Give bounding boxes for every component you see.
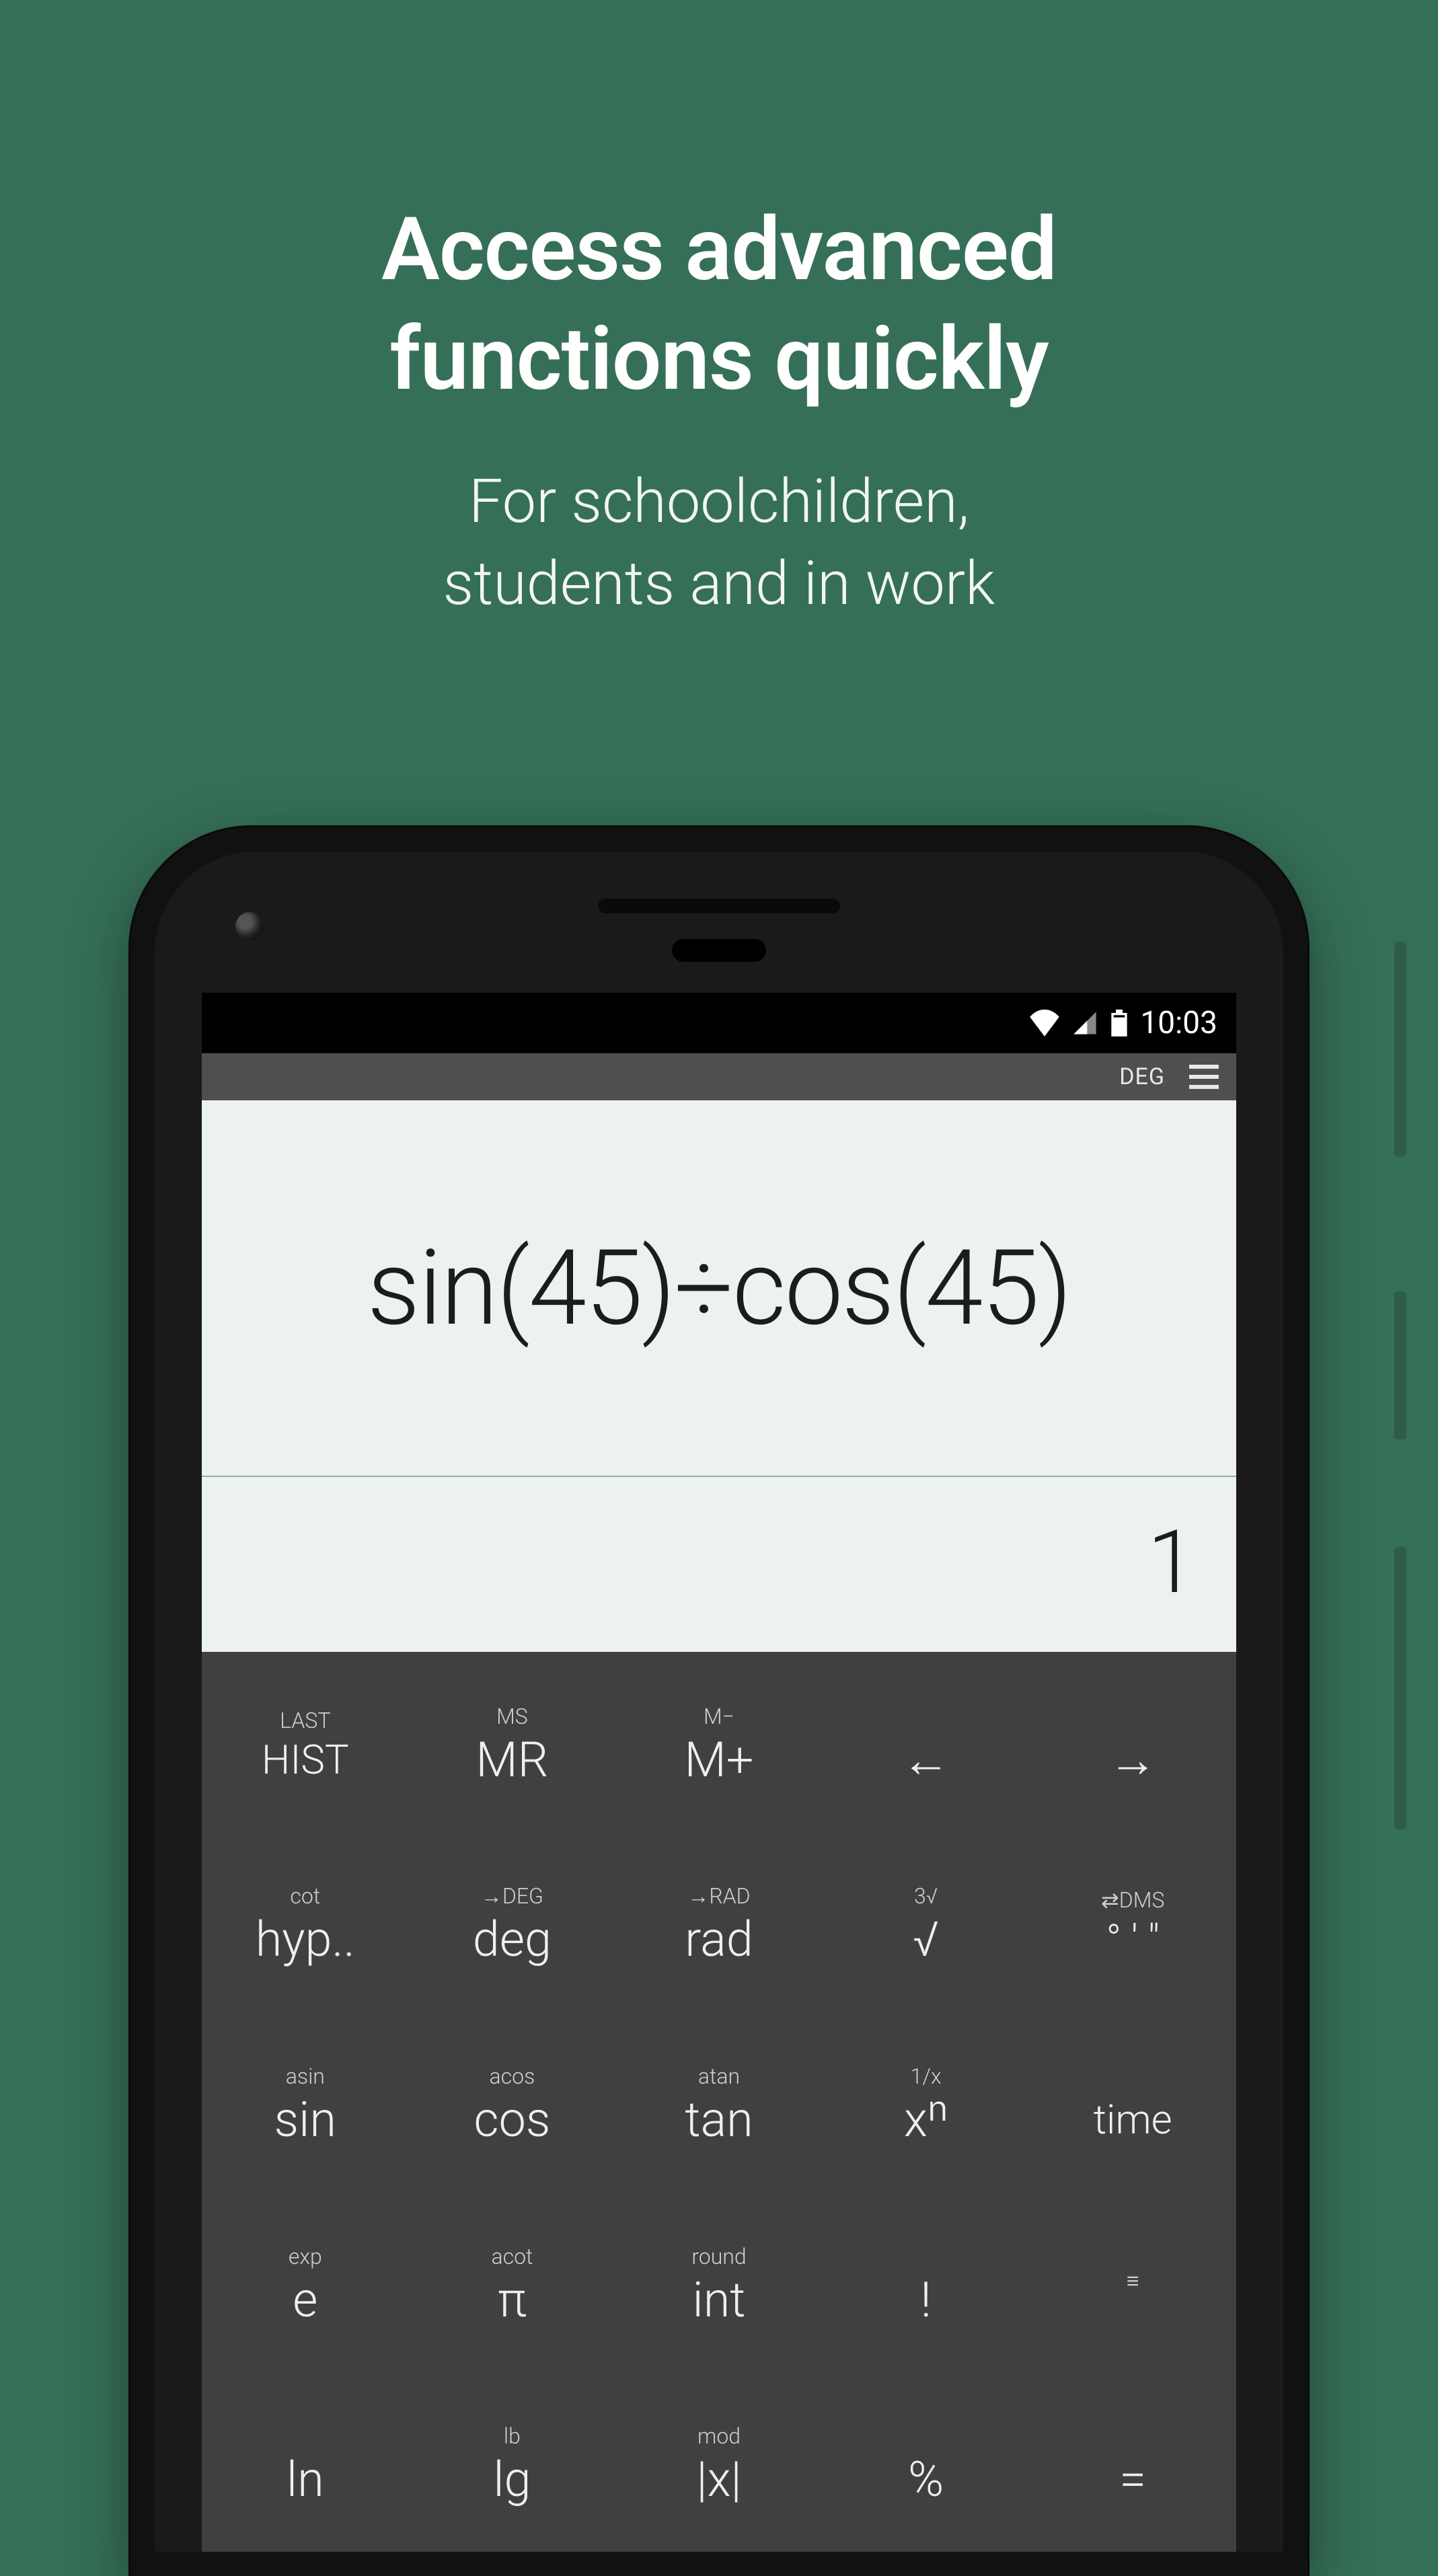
key-main: deg — [473, 1916, 552, 1964]
hero-sub-line2: students and in work — [0, 543, 1438, 625]
proximity-icon — [672, 939, 766, 962]
key-rad[interactable]: →RAD rad — [615, 1832, 823, 2012]
key-alt: →DEG — [481, 1879, 543, 1909]
key-cos[interactable]: acos cos — [409, 2012, 616, 2192]
key-time[interactable]: time — [1029, 2012, 1236, 2192]
key-pi[interactable]: acot π — [409, 2192, 616, 2372]
key-main: cos — [474, 2096, 550, 2144]
key-main: xⁿ — [904, 2096, 948, 2144]
key-alt: ⇄DMS — [1101, 1883, 1164, 1913]
arrow-right-icon: → — [1108, 1736, 1157, 1784]
key-int[interactable]: round int — [615, 2192, 823, 2372]
key-equals[interactable]: = — [1029, 2372, 1236, 2552]
key-right[interactable]: → — [1029, 1652, 1236, 1832]
key-main: % — [908, 2456, 944, 2504]
key-alt: mod — [697, 2419, 741, 2449]
calculator-app: DEG sin(45)÷cos(45) 1 LAST HIST — [202, 1053, 1236, 2552]
phone-side-button — [1394, 1547, 1406, 1829]
key-main: time — [1094, 2100, 1172, 2140]
key-e[interactable]: exp e — [202, 2192, 409, 2372]
phone-bezel: 10:03 DEG sin(45)÷cos(45) 1 LAST — [155, 851, 1283, 2552]
app-bar: DEG — [202, 1053, 1236, 1100]
key-main: |x| — [697, 2456, 742, 2504]
key-alt: atan — [698, 2059, 740, 2089]
phone-side-button — [1394, 1291, 1406, 1439]
hero-title-line2: functions quickly — [0, 305, 1438, 414]
phone-sensors — [155, 851, 1283, 993]
key-alt: M− — [704, 1700, 734, 1729]
key-main: HIST — [262, 1740, 349, 1780]
key-alt: exp — [289, 2240, 322, 2269]
display-area: sin(45)÷cos(45) 1 — [202, 1100, 1236, 1652]
key-sqrt[interactable]: 3√ √ — [823, 1832, 1030, 2012]
menu-icon[interactable] — [1189, 1065, 1219, 1089]
key-alt: acos — [489, 2059, 535, 2089]
key-mr[interactable]: MS MR — [409, 1652, 616, 1832]
key-alt: asin — [286, 2059, 325, 2089]
cell-signal-icon — [1071, 1010, 1098, 1036]
key-main: √ — [913, 1916, 939, 1964]
key-main: ! — [920, 2276, 931, 2324]
key-main: ln — [287, 2456, 324, 2504]
hero-subtitle: For schoolchildren, students and in work — [0, 461, 1438, 624]
key-main: rad — [685, 1916, 753, 1964]
key-main: int — [693, 2276, 746, 2324]
key-main: = — [1119, 2456, 1146, 2504]
key-main: e — [293, 2276, 317, 2324]
key-main: M+ — [685, 1736, 754, 1784]
wifi-icon — [1030, 1010, 1059, 1036]
status-time: 10:03 — [1140, 1005, 1217, 1041]
key-mplus[interactable]: M− M+ — [615, 1652, 823, 1832]
key-alt: cot — [290, 1879, 320, 1909]
phone-side-button — [1394, 942, 1406, 1157]
key-alt: 3√ — [914, 1879, 938, 1909]
keypad: LAST HIST MS MR M− M+ ← — [202, 1652, 1236, 2552]
status-bar: 10:03 — [202, 993, 1236, 1053]
key-identical[interactable]: ≡ — [1029, 2192, 1236, 2372]
battery-icon — [1110, 1010, 1128, 1036]
key-alt: acot — [491, 2240, 533, 2269]
key-main: hyp.. — [256, 1916, 355, 1964]
key-main: lg — [493, 2456, 531, 2504]
key-hist[interactable]: LAST HIST — [202, 1652, 409, 1832]
hero-title-line1: Access advanced — [0, 195, 1438, 305]
key-alt: 1/x — [911, 2059, 942, 2089]
key-hyp[interactable]: cot hyp.. — [202, 1832, 409, 2012]
key-alt: lb — [504, 2419, 521, 2449]
key-factorial[interactable]: ! — [823, 2192, 1030, 2372]
promo-hero: Access advanced functions quickly For sc… — [0, 0, 1438, 624]
key-alt: round — [691, 2240, 746, 2269]
key-abs[interactable]: mod |x| — [615, 2372, 823, 2552]
key-left[interactable]: ← — [823, 1652, 1030, 1832]
key-deg[interactable]: →DEG deg — [409, 1832, 616, 2012]
expression-display[interactable]: sin(45)÷cos(45) — [202, 1100, 1236, 1477]
key-main: tan — [685, 2096, 753, 2144]
device-screen: 10:03 DEG sin(45)÷cos(45) 1 LAST — [202, 993, 1236, 2552]
key-main: sin — [274, 2096, 336, 2144]
arrow-left-icon: ← — [902, 1736, 950, 1784]
key-main: π — [498, 2276, 527, 2324]
key-main: ° ' " — [1106, 1920, 1159, 1960]
key-percent[interactable]: % — [823, 2372, 1030, 2552]
key-tan[interactable]: atan tan — [615, 2012, 823, 2192]
key-lg[interactable]: lb lg — [409, 2372, 616, 2552]
key-dms[interactable]: ⇄DMS ° ' " — [1029, 1832, 1236, 2012]
key-alt: →RAD — [687, 1879, 750, 1909]
hero-sub-line1: For schoolchildren, — [0, 461, 1438, 543]
speaker-icon — [598, 899, 840, 913]
camera-icon — [235, 912, 264, 940]
angle-mode-indicator[interactable]: DEG — [1119, 1063, 1165, 1090]
key-ln[interactable]: ln — [202, 2372, 409, 2552]
key-power[interactable]: 1/x xⁿ — [823, 2012, 1030, 2192]
key-alt: MS — [496, 1700, 528, 1729]
key-alt: LAST — [280, 1704, 330, 1733]
result-display: 1 — [202, 1477, 1236, 1652]
key-alt: ≡ — [1127, 2264, 1139, 2294]
key-sin[interactable]: asin sin — [202, 2012, 409, 2192]
hero-title: Access advanced functions quickly — [0, 195, 1438, 414]
key-main: MR — [476, 1736, 548, 1784]
phone-frame: 10:03 DEG sin(45)÷cos(45) 1 LAST — [130, 827, 1308, 2576]
